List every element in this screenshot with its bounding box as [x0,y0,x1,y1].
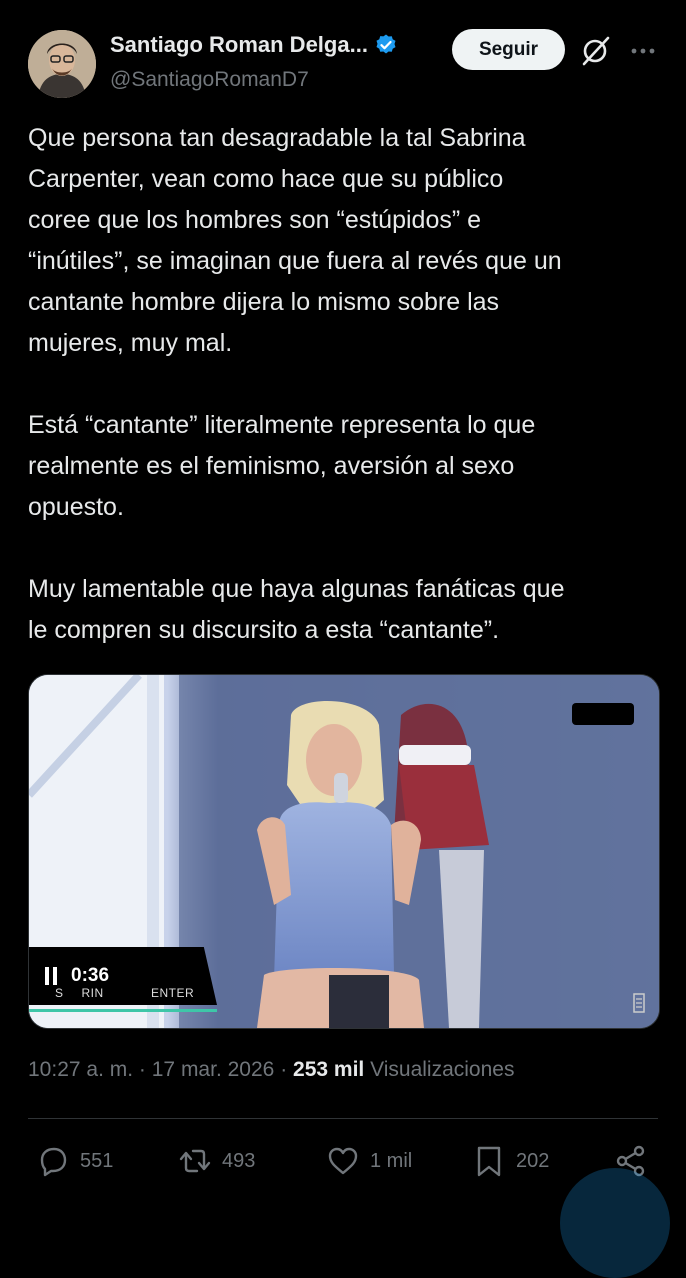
meta-separator: · [280,1058,288,1081]
pause-icon[interactable] [45,967,59,985]
views-count: 253 mil [293,1058,365,1081]
media-corner-label [572,703,634,725]
video-time: 0:36 [67,965,114,987]
tweet-line: Que persona tan desagradable la tal Sabr… [28,124,526,152]
tweet-line: Está “cantante” literalmente representa … [28,411,536,439]
expand-icon[interactable] [633,993,645,1013]
reply-button[interactable]: 551 [36,1138,113,1184]
video-overlay-text-right: ENTER [151,986,195,1000]
tweet-date[interactable]: 17 mar. 2026 [152,1058,275,1081]
tweet-line: mujeres, muy mal. [28,329,233,357]
reply-count: 551 [80,1149,114,1172]
repost-count: 493 [222,1149,256,1172]
video-player[interactable]: 0:36 S RIN ENTER [28,674,660,1029]
author-avatar[interactable] [28,30,96,98]
tweet-text: Que persona tan desagradable la tal Sabr… [28,118,668,651]
divider [28,1118,658,1119]
overlay-left: S [55,986,64,1000]
bookmark-count: 202 [516,1149,550,1172]
repost-icon [179,1149,211,1173]
bookmark-icon [477,1146,501,1177]
video-overlay-text: S RIN [55,986,104,1000]
bookmark-button[interactable]: 202 [472,1138,549,1184]
views-label: Visualizaciones [370,1058,515,1081]
tweet-line: Carpenter, vean como hace que su público [28,165,504,193]
author-name[interactable]: Santiago Roman Delga... [110,32,368,58]
tweet-meta: 10:27 a. m. · 17 mar. 2026 · 253 mil Vis… [28,1058,514,1082]
repost-button[interactable]: 493 [178,1138,255,1184]
tweet-line: coree que los hombres son “estúpidos” e [28,206,482,234]
reply-icon [40,1147,67,1177]
like-count: 1 mil [370,1149,413,1172]
tweet-line: opuesto. [28,493,124,521]
video-progress[interactable] [29,1009,217,1012]
tweet-line: realmente es el feminismo, aversión al s… [28,452,515,480]
floating-action-button[interactable] [560,1168,670,1278]
tweet-line: le compren su discursito a esta “cantant… [28,616,500,644]
meta-separator: · [138,1058,146,1081]
grok-icon[interactable] [578,34,612,68]
heart-icon [328,1147,358,1175]
like-button[interactable]: 1 mil [326,1138,412,1184]
verified-badge-icon [376,34,396,54]
follow-button[interactable]: Seguir [452,29,565,70]
author-handle[interactable]: @SantiagoRomanD7 [110,68,309,92]
tweet-header: Santiago Roman Delga... @SantiagoRomanD7… [0,0,686,110]
tweet-line: Muy lamentable que haya algunas fanática… [28,575,565,603]
overlay-mid: RIN [81,986,104,1000]
more-options-icon[interactable] [628,38,658,64]
tweet-time[interactable]: 10:27 a. m. [28,1058,133,1081]
tweet-line: “inútiles”, se imaginan que fuera al rev… [28,247,562,275]
tweet-line: cantante hombre dijera lo mismo sobre la… [28,288,500,316]
